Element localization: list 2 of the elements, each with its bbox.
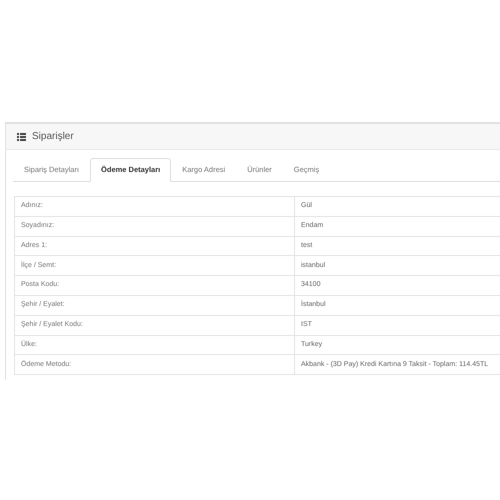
panel-title: Siparişler: [32, 130, 74, 144]
list-icon: [17, 132, 26, 140]
